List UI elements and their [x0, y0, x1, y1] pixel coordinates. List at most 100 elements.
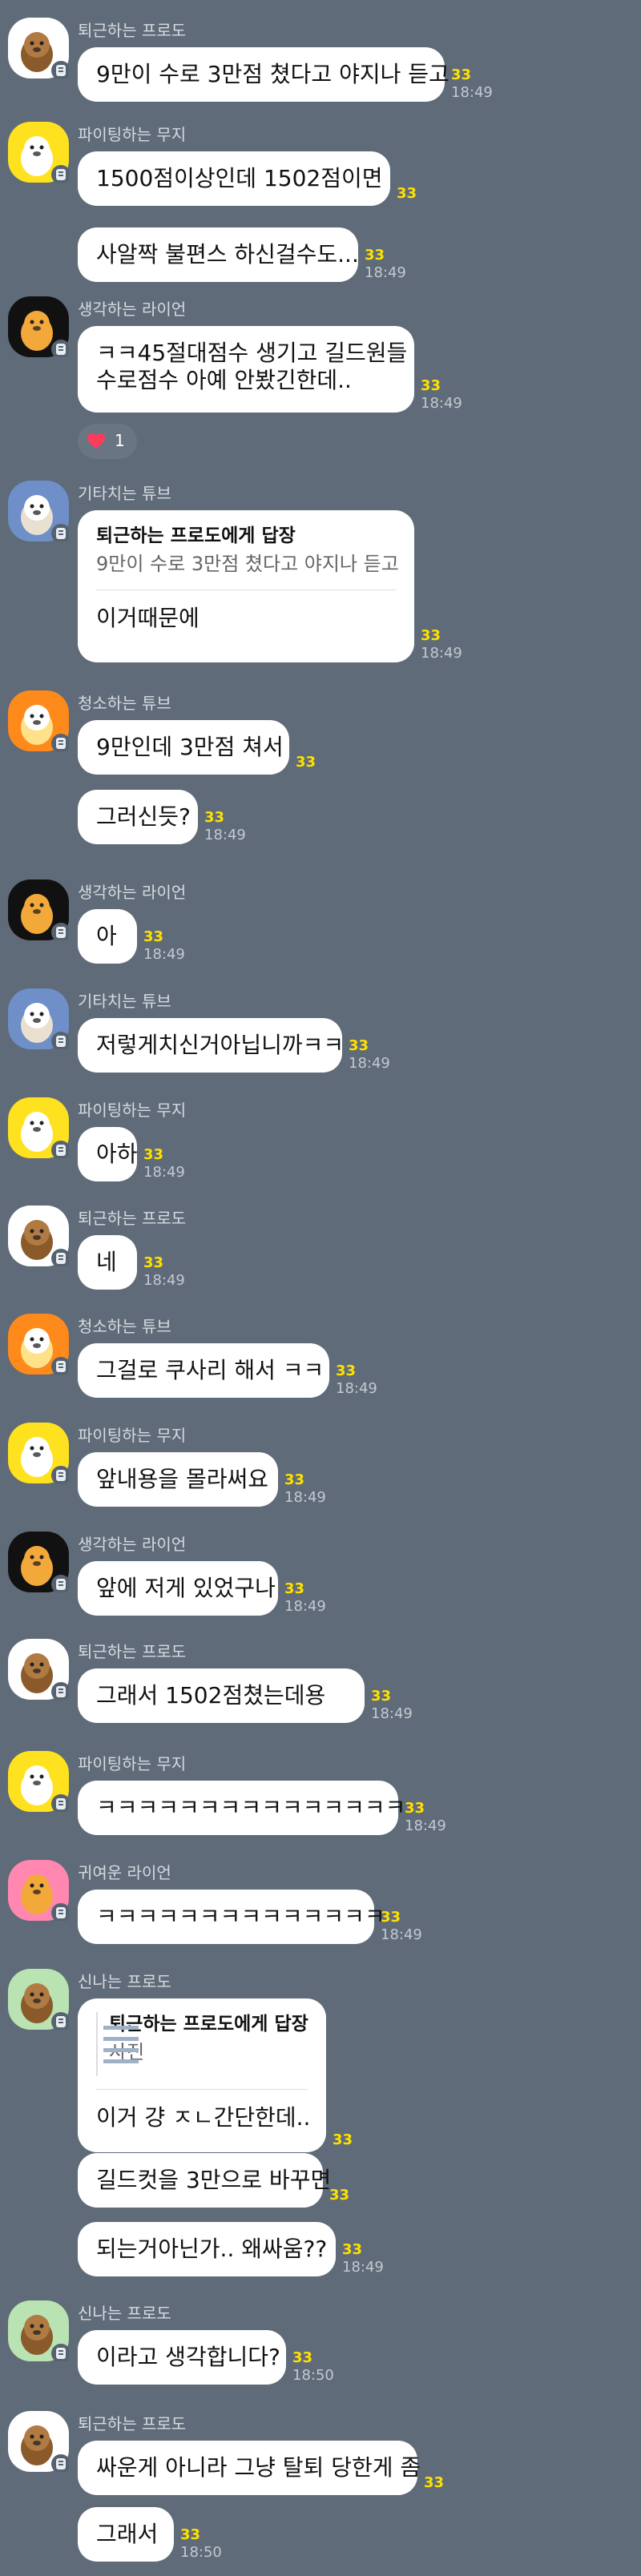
message-text: 네: [96, 1249, 117, 1275]
message-line: ㅋㅋ45절대점수 생기고 길드원들: [96, 340, 408, 366]
photo-thumbnail: [96, 2012, 139, 2076]
reply-quote: 9만이 수로 3만점 쳤다고 야지나 듣고: [96, 553, 399, 575]
unread-count: 33: [405, 1800, 425, 1817]
timestamp: 18:49: [381, 1926, 422, 1943]
timestamp: 18:49: [371, 1705, 413, 1722]
tube-cleaning-avatar-icon[interactable]: [8, 690, 69, 751]
message-meta: 33 18:49: [421, 377, 462, 413]
message-text: 이거 걍 ㅈㄴ간단한데..: [96, 2104, 311, 2131]
message-bubble[interactable]: 앞에 저게 있었구나: [78, 1561, 278, 1616]
message-bubble[interactable]: ㅋㅋ45절대점수 생기고 길드원들 수로점수 아예 안봤긴한데..: [78, 326, 414, 413]
frodo-avatar-icon[interactable]: [8, 2411, 69, 2472]
timestamp: 18:49: [143, 1272, 185, 1289]
message-bubble[interactable]: 1500점이상인데 1502점이면: [78, 151, 390, 206]
frodo-avatar-icon[interactable]: [8, 1639, 69, 1700]
message-text: 되는거아닌가.. 왜싸움??: [96, 2236, 328, 2262]
message-text: 길드컷을 3만으로 바꾸면: [96, 2167, 332, 2193]
message-text: 1500점이상인데 1502점이면: [96, 165, 383, 191]
tube-guitar-avatar-icon[interactable]: [8, 988, 69, 1049]
unread-count: 33: [292, 2349, 313, 2366]
reply-bubble[interactable]: 퇴근하는 프로도에게 답장 사진 이거 걍 ㅈㄴ간단한데..: [78, 1998, 326, 2152]
message-bubble[interactable]: 이라고 생각합니다?: [78, 2330, 286, 2385]
message-bubble[interactable]: 9만인데 3만점 쳐서: [78, 720, 289, 775]
message-text: 싸운게 아니라 그냥 탈퇴 당한게 좀: [96, 2454, 421, 2481]
frodo-avatar-icon[interactable]: [8, 1205, 69, 1266]
message-meta: 33: [333, 2131, 353, 2149]
message-bubble[interactable]: 사알짝 불편스 하신걸수도...: [78, 227, 359, 282]
timestamp: 18:49: [143, 946, 185, 963]
message-bubble[interactable]: 그래서 1502점쳤는데용: [78, 1668, 365, 1723]
timestamp: 18:49: [284, 1489, 326, 1506]
unread-count: 33: [296, 754, 316, 771]
reply-target: 퇴근하는 프로도에게 답장: [109, 2014, 308, 2035]
timestamp: 18:49: [365, 264, 406, 281]
message-meta: 33: [329, 2187, 349, 2204]
unread-count: 33: [421, 627, 441, 644]
reply-target: 퇴근하는 프로도에게 답장: [96, 525, 296, 546]
tube-cleaning-avatar-icon[interactable]: [8, 1314, 69, 1375]
sender-name: 파이팅하는 무지: [78, 1426, 187, 1445]
muzi-avatar-icon[interactable]: [8, 1751, 69, 1812]
sender-name: 신나는 프로도: [78, 1972, 171, 1991]
sender-name: 귀여운 라이언: [78, 1863, 171, 1882]
timestamp: 18:49: [421, 645, 462, 662]
message-meta: 33 18:49: [371, 1688, 413, 1723]
message-meta: 33 18:49: [143, 1146, 185, 1181]
unread-count: 33: [143, 1254, 164, 1271]
message-meta: 33 18:49: [349, 1037, 390, 1073]
message-text: 사알짝 불편스 하신걸수도...: [96, 241, 359, 268]
message-bubble[interactable]: 그러신듯?: [78, 790, 198, 844]
message-text: 앞에 저게 있었구나: [96, 1575, 276, 1601]
muzi-avatar-icon[interactable]: [8, 122, 69, 183]
message-bubble[interactable]: 저렇게치신거아닙니까ㅋㅋ: [78, 1018, 345, 1073]
message-bubble[interactable]: ㅋㅋㅋㅋㅋㅋㅋㅋㅋㅋㅋㅋㅋㅋ: [78, 1890, 385, 1944]
message-bubble[interactable]: 길드컷을 3만으로 바꾸면: [78, 2153, 331, 2208]
ryan-pink-avatar-icon[interactable]: [8, 1860, 69, 1921]
chat-room: 퇴근하는 프로도 9만이 수로 3만점 쳤다고 야지나 듣고 33 18:49 파이팅…: [0, 0, 641, 2576]
sender-name: 파이팅하는 무지: [78, 1754, 187, 1773]
message-bubble[interactable]: 그걸로 쿠사리 해서 ㅋㅋ: [78, 1343, 329, 1398]
message-meta: 33 18:49: [336, 1362, 377, 1398]
timestamp: 18:49: [342, 2259, 384, 2276]
muzi-avatar-icon[interactable]: [8, 1423, 69, 1483]
message-bubble[interactable]: ㅋㅋㅋㅋㅋㅋㅋㅋㅋㅋㅋㅋㅋㅋㅋ: [78, 1781, 405, 1835]
message-text: 저렇게치신거아닙니까ㅋㅋ: [96, 1032, 345, 1058]
message-bubble[interactable]: 앞내용을 몰라써요: [78, 1452, 278, 1507]
heart-icon: [87, 433, 105, 449]
message-meta: 33 18:49: [284, 1471, 326, 1507]
message-bubble[interactable]: 네: [78, 1235, 137, 1290]
message-bubble[interactable]: 되는거아닌가.. 왜싸움??: [78, 2222, 336, 2276]
message-meta: 33 18:50: [180, 2526, 222, 2562]
message-bubble[interactable]: 아하: [78, 1127, 138, 1181]
ryan-avatar-icon[interactable]: [8, 1532, 69, 1592]
message-bubble[interactable]: 싸운게 아니라 그냥 탈퇴 당한게 좀: [78, 2441, 421, 2495]
reaction-badge[interactable]: 1: [78, 424, 137, 459]
unread-count: 33: [451, 66, 472, 83]
message-meta: 33 18:49: [421, 627, 462, 662]
timestamp: 18:50: [180, 2544, 222, 2561]
muzi-avatar-icon[interactable]: [8, 1097, 69, 1158]
message-text: ㅋㅋㅋㅋㅋㅋㅋㅋㅋㅋㅋㅋㅋㅋㅋ: [96, 1794, 406, 1821]
timestamp: 18:49: [421, 395, 462, 412]
frodo-avatar-icon[interactable]: [8, 18, 69, 78]
timestamp: 18:49: [143, 1164, 185, 1181]
tube-guitar-avatar-icon[interactable]: [8, 481, 69, 541]
ryan-avatar-icon[interactable]: [8, 296, 69, 357]
message-text: 9만이 수로 3만점 쳤다고 야지나 듣고: [96, 61, 450, 87]
reply-bubble[interactable]: 퇴근하는 프로도에게 답장 9만이 수로 3만점 쳤다고 야지나 듣고 이거때문…: [78, 510, 414, 662]
message-meta: 33 18:49: [143, 928, 185, 964]
message-meta: 33 18:49: [451, 66, 493, 102]
unread-count: 33: [143, 928, 164, 945]
message-bubble[interactable]: 아: [78, 909, 137, 964]
unread-count: 33: [381, 1909, 401, 1926]
unread-count: 33: [365, 247, 385, 264]
frodo-excited-avatar-icon[interactable]: [8, 1969, 69, 2030]
unread-count: 33: [204, 809, 225, 826]
message-meta: 33: [424, 2474, 444, 2492]
sender-name: 퇴근하는 프로도: [78, 2414, 187, 2433]
ryan-avatar-icon[interactable]: [8, 879, 69, 940]
unread-count: 33: [424, 2474, 445, 2491]
message-bubble[interactable]: 9만이 수로 3만점 쳤다고 야지나 듣고: [78, 47, 450, 102]
frodo-excited-avatar-icon[interactable]: [8, 2300, 69, 2361]
message-bubble[interactable]: 그래서: [78, 2507, 174, 2562]
